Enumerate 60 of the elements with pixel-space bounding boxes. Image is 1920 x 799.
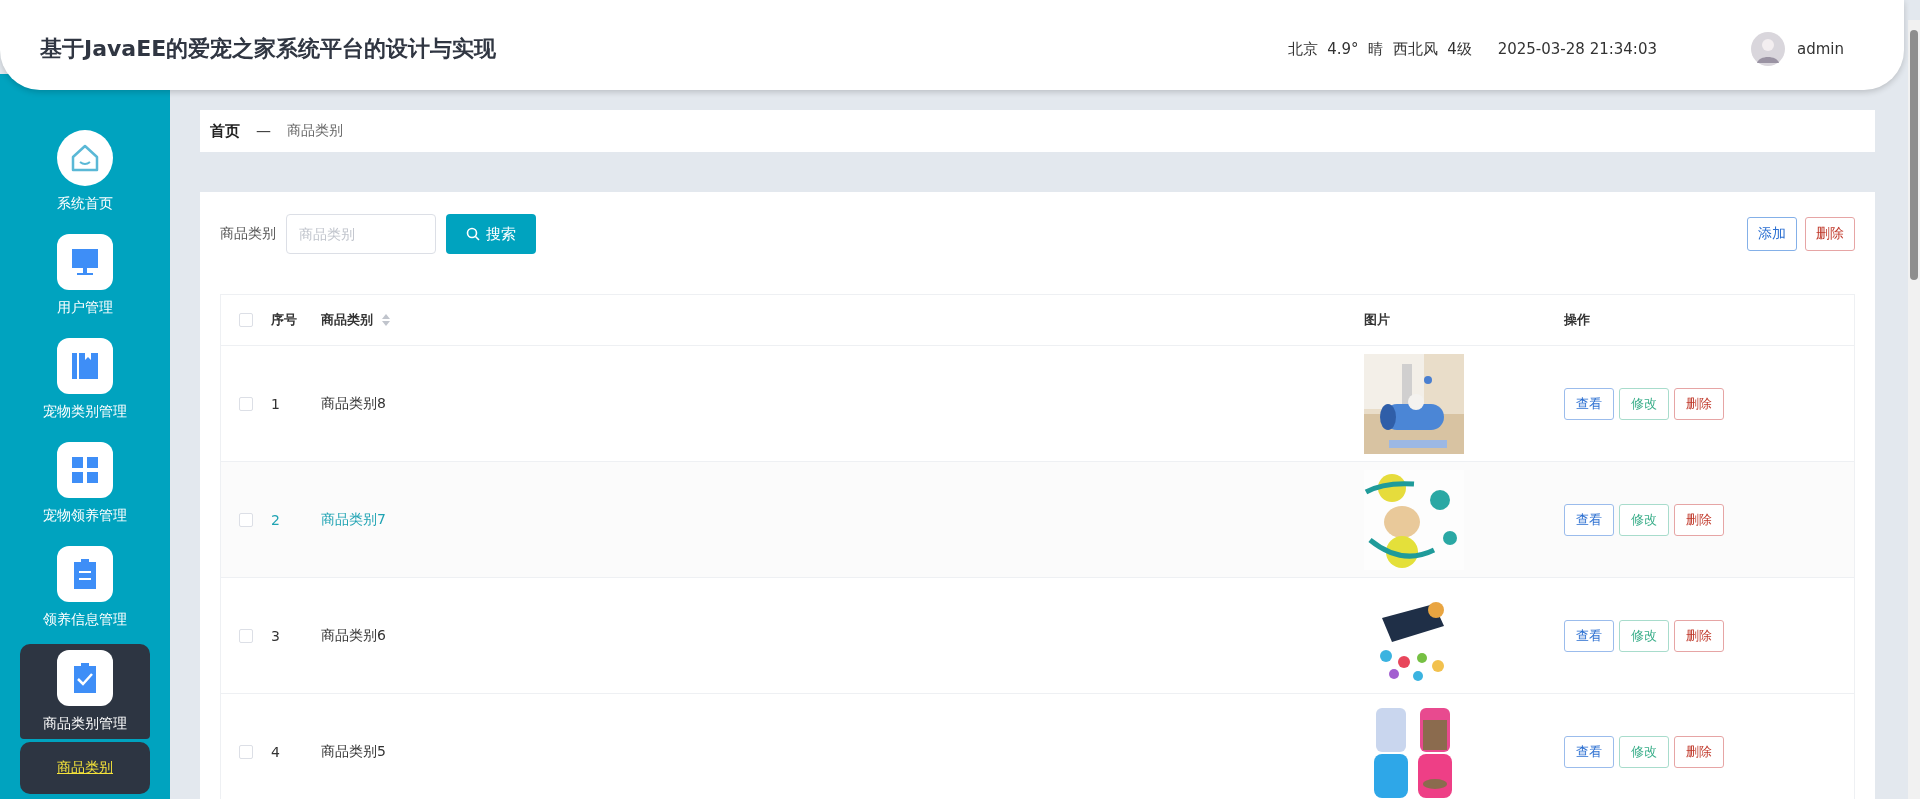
delete-button[interactable]: 删除 xyxy=(1674,503,1724,536)
monitor-icon xyxy=(57,234,113,290)
edit-button[interactable]: 修改 xyxy=(1619,735,1669,768)
delete-button[interactable]: 删除 xyxy=(1674,735,1724,768)
view-button[interactable]: 查看 xyxy=(1564,619,1614,652)
checkbox[interactable] xyxy=(239,396,253,411)
table-row[interactable]: 2 商品类别7 查看 修改 删除 xyxy=(221,462,1854,578)
column-header[interactable]: 商品类别 xyxy=(321,311,373,329)
table-cell: 1 xyxy=(271,395,280,412)
search-button[interactable]: 搜索 xyxy=(446,214,536,254)
clipboard-check-icon xyxy=(57,650,113,706)
edit-button[interactable]: 修改 xyxy=(1619,503,1669,536)
submenu-item[interactable]: 商品类别 xyxy=(20,742,150,794)
breadcrumb-current: 商品类别 xyxy=(287,122,343,140)
clipboard-icon xyxy=(57,546,113,602)
delete-button[interactable]: 删除 xyxy=(1674,619,1724,652)
search-icon xyxy=(466,227,480,241)
view-button[interactable]: 查看 xyxy=(1564,387,1614,420)
table-cell: 3 xyxy=(271,627,280,644)
column-header: 操作 xyxy=(1564,311,1590,329)
weather-text: 北京 4.9° 晴 西北风 4级 xyxy=(1287,39,1472,59)
sort-icon xyxy=(381,313,391,327)
view-button[interactable]: 查看 xyxy=(1564,735,1614,768)
scrollbar-thumb[interactable] xyxy=(1910,30,1918,280)
edit-button[interactable]: 修改 xyxy=(1619,619,1669,652)
sidebar-item[interactable]: 领养信息管理 xyxy=(20,540,150,635)
username-text[interactable]: admin xyxy=(1797,40,1844,58)
avatar-icon xyxy=(1751,32,1785,66)
search-field[interactable]: 商品类别 xyxy=(286,214,436,254)
column-header: 序号 xyxy=(271,311,297,329)
checkbox[interactable] xyxy=(239,628,253,643)
home-icon xyxy=(57,130,113,186)
delete-button[interactable]: 删除 xyxy=(1674,387,1724,420)
breadcrumb-separator: — xyxy=(256,122,271,140)
sidebar-item[interactable]: 宠物领养管理 xyxy=(20,436,150,531)
datetime-text: 2025-03-28 21:34:03 xyxy=(1497,40,1657,58)
column-header: 图片 xyxy=(1364,311,1390,329)
table-cell: 商品类别8 xyxy=(321,394,386,413)
sidebar-item[interactable]: 用户管理 xyxy=(20,228,150,323)
add-button[interactable]: 添加 xyxy=(1747,217,1797,251)
table-cell: 商品类别7 xyxy=(321,510,386,529)
breadcrumb-link[interactable]: 首页 xyxy=(210,121,240,141)
search-label: 商品类别 xyxy=(220,225,276,243)
table-cell: 4 xyxy=(271,743,280,760)
grid-icon xyxy=(57,442,113,498)
scrollbar[interactable] xyxy=(1908,20,1920,799)
view-button[interactable]: 查看 xyxy=(1564,503,1614,536)
table-cell: 商品类别5 xyxy=(321,742,386,761)
table-cell: 2 xyxy=(271,511,280,528)
checkbox[interactable] xyxy=(239,744,253,759)
app-title: 基于JavaEE的爱宠之家系统平台的设计与实现 xyxy=(40,35,497,63)
sidebar-item[interactable]: 宠物类别管理 xyxy=(20,332,150,427)
checkbox[interactable] xyxy=(239,512,253,527)
checkbox[interactable] xyxy=(239,313,253,327)
sidebar-item[interactable]: 系统首页 xyxy=(20,124,150,219)
table-cell: 商品类别6 xyxy=(321,626,386,645)
book-icon xyxy=(57,338,113,394)
sidebar-item[interactable]: 商品类别管理 xyxy=(20,644,150,739)
delete-button[interactable]: 删除 xyxy=(1805,217,1855,251)
edit-button[interactable]: 修改 xyxy=(1619,387,1669,420)
